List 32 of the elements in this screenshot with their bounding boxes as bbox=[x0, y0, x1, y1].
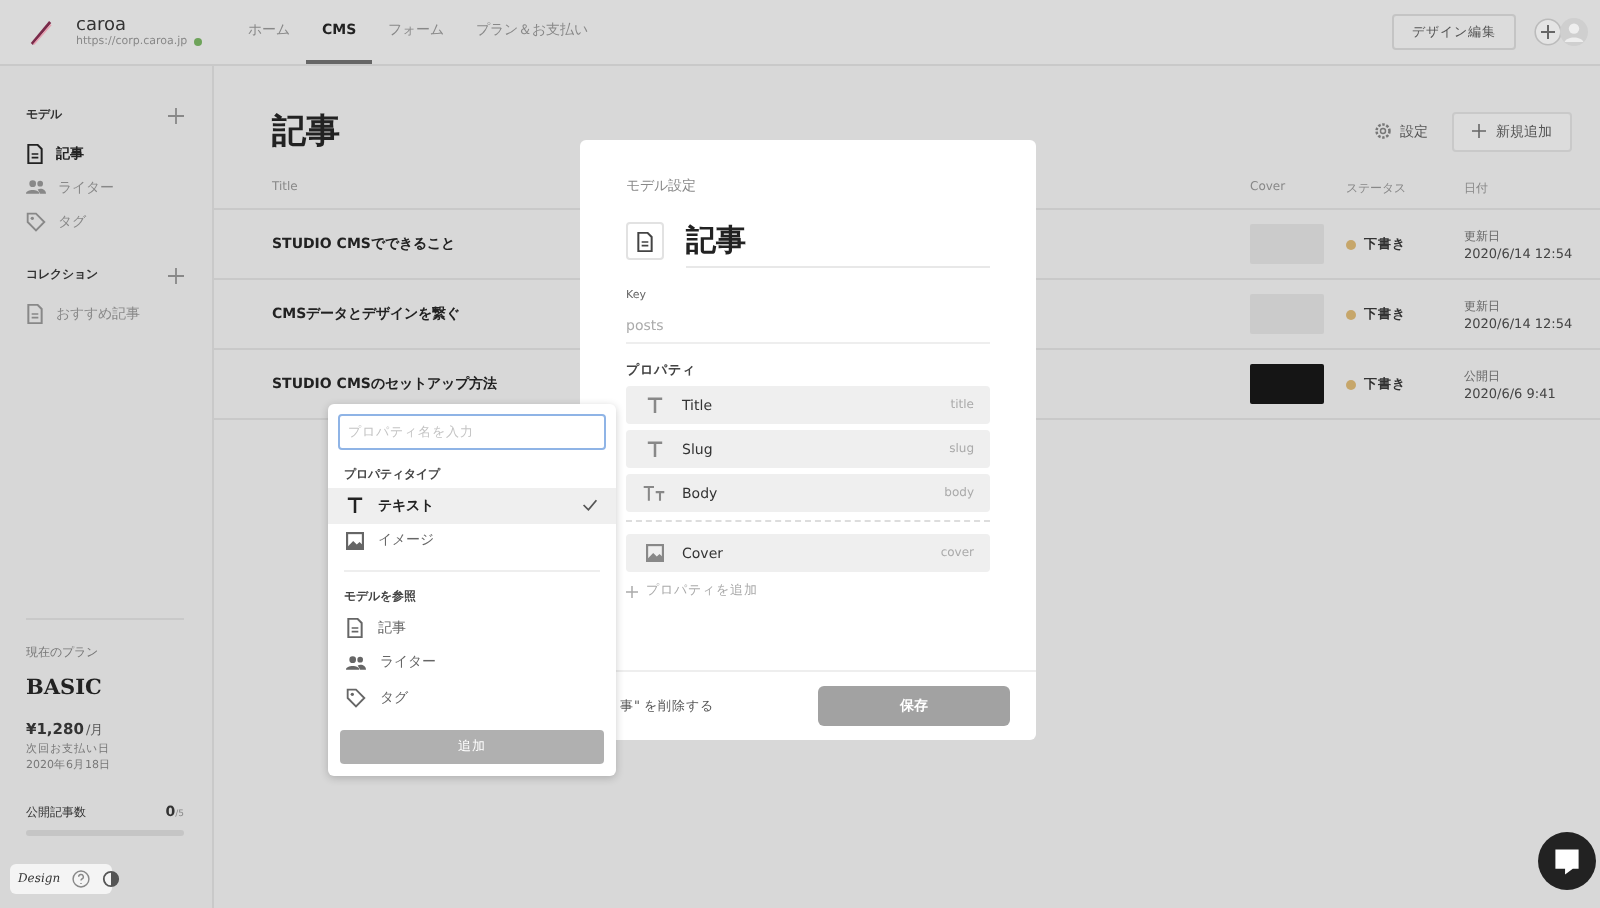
people-icon bbox=[346, 653, 366, 672]
chat-icon bbox=[1538, 832, 1596, 890]
text-type-icon bbox=[642, 440, 666, 458]
document-icon bbox=[26, 143, 44, 163]
logo-icon bbox=[30, 19, 52, 45]
plan-name: BASIC bbox=[26, 676, 104, 700]
site-name: caroa bbox=[76, 16, 126, 36]
plus-icon bbox=[168, 267, 184, 283]
tag-icon bbox=[26, 211, 46, 231]
page-title: 記事 bbox=[272, 110, 340, 154]
rich-text-type-icon bbox=[642, 484, 666, 502]
image-icon bbox=[642, 544, 666, 562]
contrast-icon bbox=[102, 870, 121, 888]
model-name-field[interactable]: 記事 bbox=[686, 214, 990, 268]
document-icon bbox=[26, 303, 44, 323]
plus-icon bbox=[1472, 124, 1486, 138]
image-icon bbox=[346, 531, 364, 550]
add-icon bbox=[1534, 18, 1562, 46]
text-type-icon bbox=[642, 396, 666, 414]
tag-icon bbox=[346, 687, 366, 708]
photo-placeholder bbox=[1250, 364, 1324, 404]
help-icon bbox=[72, 870, 91, 888]
settings-icon bbox=[1374, 122, 1392, 140]
avatar-icon bbox=[1560, 18, 1588, 46]
check-icon bbox=[582, 498, 598, 513]
text-type-icon bbox=[346, 496, 364, 515]
plus-icon bbox=[626, 585, 638, 597]
status-dot bbox=[193, 38, 202, 46]
document-icon bbox=[346, 617, 364, 638]
people-icon bbox=[26, 178, 46, 196]
plus-icon bbox=[168, 107, 184, 123]
document-icon bbox=[626, 222, 664, 260]
